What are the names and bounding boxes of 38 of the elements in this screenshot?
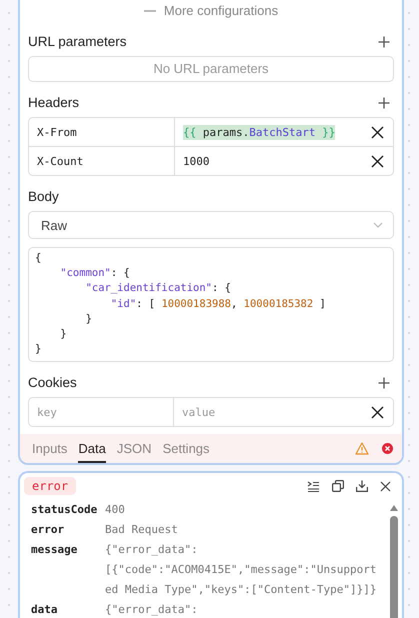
output-value: {"error_data": [{"code":"ACOM0415E","message":"Unsupported Media Type","keys":["Content-Type"]}]} [105,542,377,598]
cookie-value-input[interactable]: value [182,398,371,426]
more-configurations-toggle[interactable]: More configurations [140,0,282,21]
section-title: Body [28,189,59,204]
output-value: {"error_data": [105,602,199,618]
close-icon[interactable] [371,406,384,419]
download-icon[interactable] [356,480,368,492]
close-icon[interactable] [371,154,384,168]
section-title: Cookies [28,375,77,390]
header-key-field[interactable]: X-From [29,118,175,146]
output-value: Bad Request [105,522,179,538]
empty-state: No URL parameters [28,56,394,82]
error-icon[interactable] [382,443,393,454]
header-value-field[interactable]: {{ params.BatchStart }} [183,124,336,140]
add-icon[interactable] [378,376,390,389]
cookie-key-field[interactable]: key [28,397,174,428]
section-title: URL parameters [28,34,127,49]
header-value-field[interactable]: 1000 [183,154,210,168]
status-badge: error [24,477,76,496]
cookie-value-field[interactable]: value [174,397,394,428]
code-editor[interactable]: { "common": { "car_identification": { "id": [ 10000183988, 10000185382 ] } } } [28,247,394,362]
close-icon[interactable] [371,126,384,138]
close-icon[interactable] [380,480,391,492]
output-key: data [31,600,105,618]
cookie-key-input[interactable]: key [37,398,165,426]
output-key: statusCode [31,500,105,520]
tab[interactable]: Data [78,434,106,464]
scrollbar[interactable] [390,505,398,618]
add-icon[interactable] [378,36,390,48]
body-type-dropdown[interactable]: Raw [28,211,394,239]
wrap-lines-icon[interactable] [307,480,320,492]
copy-icon[interactable] [332,480,344,492]
add-icon[interactable] [378,96,390,108]
output-value: 400 [105,502,126,518]
header-key-field[interactable]: X-Count [29,147,175,175]
output-key: message [31,540,105,600]
output-key: error [31,520,105,540]
section-title: Headers [28,95,80,110]
